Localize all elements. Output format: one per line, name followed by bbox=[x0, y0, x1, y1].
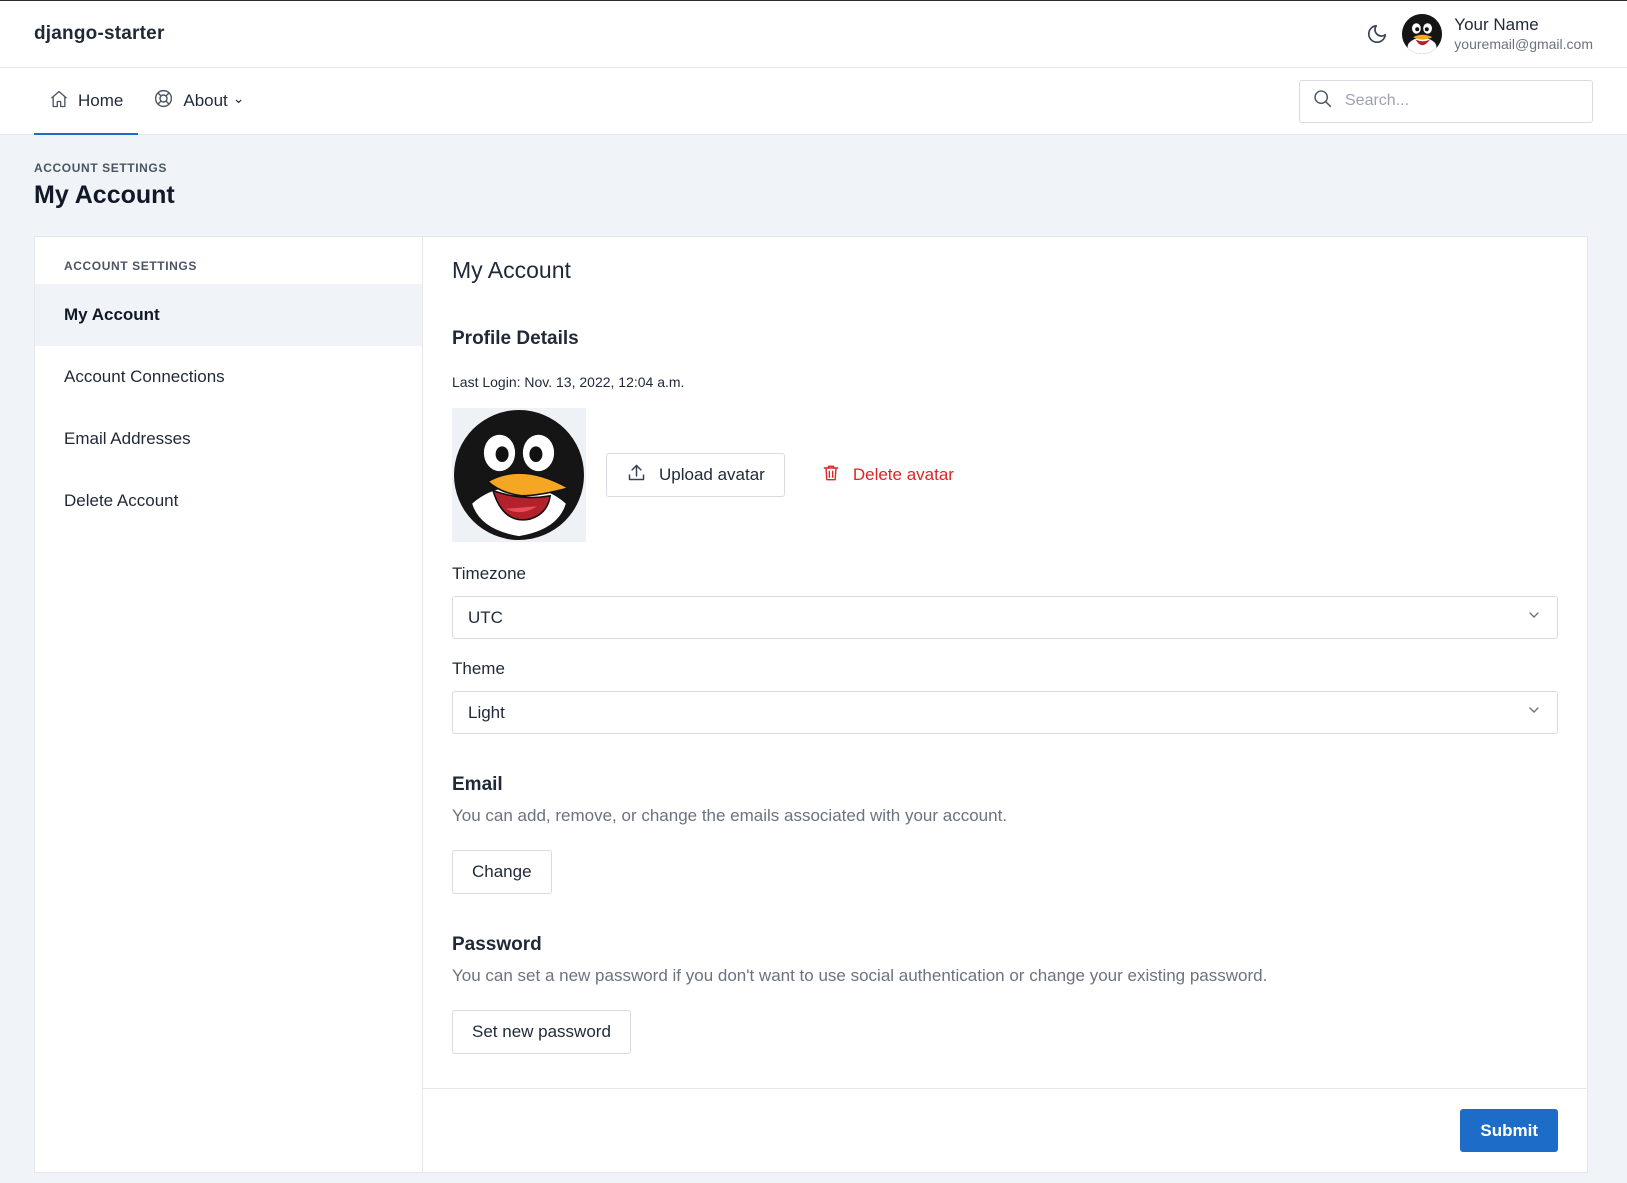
settings-sidebar: ACCOUNT SETTINGS My Account Account Conn… bbox=[35, 237, 423, 1172]
nav-about-label: About bbox=[183, 91, 228, 110]
timezone-value: UTC bbox=[468, 607, 503, 627]
password-section: Password You can set a new password if y… bbox=[452, 934, 1558, 1054]
trash-icon bbox=[821, 463, 841, 488]
nav-links: Home About ⌄ bbox=[34, 68, 260, 135]
content-body: My Account Profile Details Last Login: N… bbox=[423, 237, 1587, 1088]
submit-button[interactable]: Submit bbox=[1460, 1109, 1558, 1152]
delete-avatar-label: Delete avatar bbox=[852, 465, 954, 484]
avatar-row: Upload avatar Delete avatar bbox=[452, 408, 1558, 542]
chevron-down-icon: ⌄ bbox=[232, 89, 245, 106]
settings-panel: ACCOUNT SETTINGS My Account Account Conn… bbox=[34, 236, 1588, 1173]
chevron-down-icon bbox=[1526, 702, 1542, 723]
nav-about[interactable]: About ⌄ bbox=[138, 68, 259, 134]
set-password-button[interactable]: Set new password bbox=[452, 1010, 631, 1054]
user-name: Your Name bbox=[1454, 15, 1539, 35]
moon-icon[interactable] bbox=[1364, 21, 1390, 47]
search-box[interactable] bbox=[1299, 79, 1593, 123]
search-input[interactable] bbox=[1345, 92, 1580, 110]
nav-home-label: Home bbox=[78, 91, 124, 110]
avatar[interactable] bbox=[1402, 14, 1443, 54]
upload-avatar-label: Upload avatar bbox=[659, 465, 765, 484]
password-heading: Password bbox=[452, 934, 542, 955]
user-info[interactable]: Your Name youremail@gmail.com bbox=[1454, 15, 1593, 52]
user-email: youremail@gmail.com bbox=[1454, 35, 1593, 52]
page-header: ACCOUNT SETTINGS My Account bbox=[0, 135, 1627, 238]
sidebar-item-delete-account[interactable]: Delete Account bbox=[35, 470, 422, 532]
settings-content: My Account Profile Details Last Login: N… bbox=[423, 237, 1587, 1172]
upload-icon bbox=[626, 462, 647, 488]
sidebar-item-email-addresses[interactable]: Email Addresses bbox=[35, 408, 422, 470]
upload-avatar-button[interactable]: Upload avatar bbox=[606, 453, 785, 497]
sidebar-item-account-connections[interactable]: Account Connections bbox=[35, 346, 422, 408]
nav-home[interactable]: Home bbox=[34, 68, 139, 135]
page-title: My Account bbox=[34, 181, 175, 209]
content-footer: Submit bbox=[423, 1088, 1587, 1172]
timezone-label: Timezone bbox=[452, 564, 527, 583]
search-icon bbox=[1312, 88, 1333, 114]
content-title: My Account bbox=[452, 257, 571, 283]
theme-select[interactable]: Light bbox=[452, 691, 1558, 734]
theme-value: Light bbox=[468, 702, 505, 722]
email-heading: Email bbox=[452, 774, 503, 795]
page-eyebrow: ACCOUNT SETTINGS bbox=[34, 161, 167, 175]
last-login: Last Login: Nov. 13, 2022, 12:04 a.m. bbox=[452, 374, 685, 390]
sidebar-heading: ACCOUNT SETTINGS bbox=[64, 259, 197, 273]
user-area: Your Name youremail@gmail.com bbox=[1364, 14, 1593, 54]
top-bar: django-starter Your Name youremail@gmail… bbox=[0, 0, 1627, 68]
password-help-text: You can set a new password if you don't … bbox=[452, 966, 1268, 985]
home-icon bbox=[49, 89, 69, 114]
profile-details-heading: Profile Details bbox=[452, 328, 579, 349]
email-section: Email You can add, remove, or change the… bbox=[452, 774, 1558, 894]
sidebar-item-my-account[interactable]: My Account bbox=[35, 284, 422, 346]
brand-name[interactable]: django-starter bbox=[34, 23, 165, 45]
delete-avatar-button[interactable]: Delete avatar bbox=[805, 453, 970, 497]
change-email-button[interactable]: Change bbox=[452, 850, 552, 894]
lifebuoy-icon bbox=[153, 88, 174, 114]
email-help-text: You can add, remove, or change the email… bbox=[452, 806, 1008, 825]
theme-label: Theme bbox=[452, 659, 505, 678]
profile-avatar bbox=[452, 408, 586, 542]
timezone-select[interactable]: UTC bbox=[452, 596, 1558, 639]
main-nav: Home About ⌄ bbox=[0, 68, 1627, 135]
chevron-down-icon bbox=[1526, 607, 1542, 628]
